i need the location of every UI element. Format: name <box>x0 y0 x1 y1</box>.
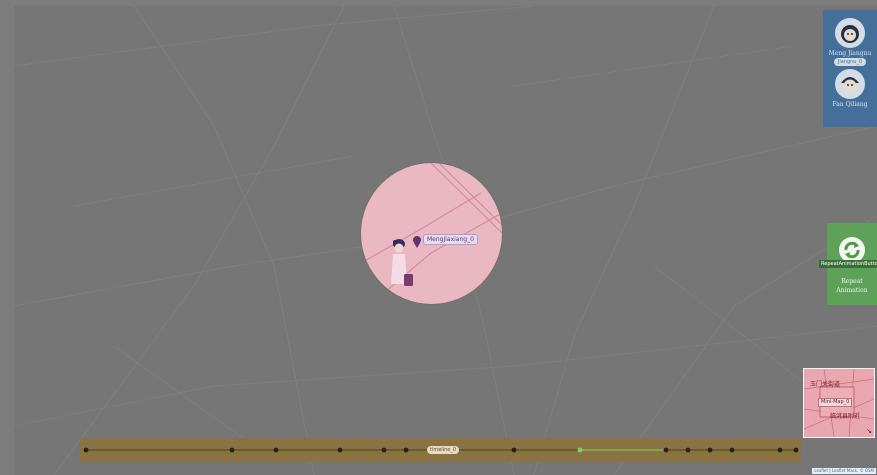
timeline-stop[interactable] <box>707 447 713 453</box>
person-name: Fan Qiliang <box>832 101 868 108</box>
mini-map[interactable]: 玉门关街道 Mini-Map_0 临洮县附近 ↘ <box>803 368 875 438</box>
timeline-label: timeline_0 <box>427 446 460 454</box>
mini-map-tag: Mini-Map_0 <box>818 398 853 407</box>
timeline-stop[interactable] <box>511 447 517 453</box>
timeline-stop[interactable] <box>83 447 89 453</box>
timeline-stop[interactable] <box>403 447 409 453</box>
avatar-boy-icon[interactable] <box>835 69 865 99</box>
person-badge: Jiangnu_0 <box>833 58 867 66</box>
repeat-animation-button-tag[interactable]: RepeatAnimationButton <box>819 260 877 268</box>
timeline-stop[interactable] <box>793 447 799 453</box>
timeline-stop[interactable] <box>729 447 735 453</box>
timeline-stop[interactable] <box>663 447 669 453</box>
timeline-stop[interactable] <box>777 447 783 453</box>
timeline-stop[interactable] <box>381 447 387 453</box>
timeline-stop[interactable] <box>273 447 279 453</box>
mini-map-place-label: 玉门关街道 <box>810 381 841 388</box>
avatar-girl-icon[interactable] <box>835 18 865 48</box>
timeline-stop[interactable] <box>337 447 343 453</box>
expand-arrow-icon[interactable]: ↘ <box>866 427 872 435</box>
repeat-label-line2: Animation <box>836 287 868 294</box>
person-name: Meng Jiangnu <box>828 50 872 57</box>
people-panel: Meng Jiangnu Jiangnu_0 Fan Qiliang <box>823 10 877 127</box>
location-pin-icon[interactable] <box>412 235 422 249</box>
marker-label: MengJiaxiang_0 <box>423 234 478 245</box>
timeline-stop[interactable] <box>685 447 691 453</box>
timeline-stop[interactable] <box>577 447 583 453</box>
map-attribution[interactable]: Leaflet | Leaflet Mask, © OSM <box>812 468 876 474</box>
mini-map-place-label: 临洮县附近 <box>830 413 861 420</box>
timeline-stop[interactable] <box>229 447 235 453</box>
repeat-label-line1: Repeat <box>841 278 863 285</box>
timeline-bar[interactable]: timeline_0 <box>80 438 801 462</box>
